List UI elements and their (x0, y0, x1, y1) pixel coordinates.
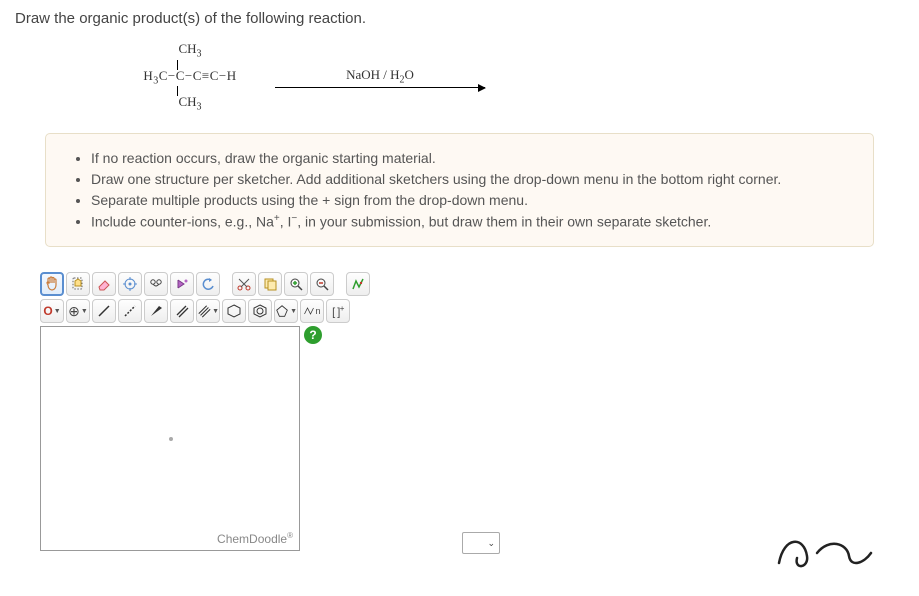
benzene-icon (252, 303, 268, 319)
reaction-arrow: NaOH / H2O (275, 67, 485, 89)
undo-tool[interactable] (196, 272, 220, 296)
cut-tool[interactable] (232, 272, 256, 296)
question-title: Draw the organic product(s) of the follo… (15, 10, 904, 27)
single-bond-tool[interactable] (92, 299, 116, 323)
charge-tool[interactable]: ⊕▼ (66, 299, 90, 323)
eraser-icon (96, 276, 112, 292)
instructions-box: If no reaction occurs, draw the organic … (45, 133, 874, 248)
drawing-canvas[interactable]: ChemDoodle® (40, 326, 300, 551)
instruction-item: If no reaction occurs, draw the organic … (91, 148, 853, 169)
bracket-tool[interactable]: [ ]+ (326, 299, 350, 323)
center-icon (122, 276, 138, 292)
pentagon-icon (275, 303, 289, 319)
recessed-bond-tool[interactable] (118, 299, 142, 323)
instruction-item: Draw one structure per sketcher. Add add… (91, 169, 853, 190)
plus-icon: ⊕ (68, 303, 80, 320)
help-button[interactable]: ? (304, 326, 322, 344)
canvas-origin-dot (169, 437, 173, 441)
scissors-icon (236, 276, 252, 292)
wedge-bond-tool[interactable] (144, 299, 168, 323)
zoom-out-tool[interactable] (310, 272, 334, 296)
reaction-scheme: CH3 H3C−C−C≡C−H CH3 NaOH / H2O (135, 42, 904, 113)
single-bond-icon (96, 303, 112, 319)
brand-label: ChemDoodle® (217, 531, 293, 546)
cyclohexane-tool[interactable] (222, 299, 246, 323)
instruction-item: Separate multiple products using the + s… (91, 190, 853, 211)
lasso-tool[interactable] (66, 272, 90, 296)
triple-bond-tool[interactable]: ▼ (196, 299, 220, 323)
zoom-in-icon (288, 276, 304, 292)
move-tool[interactable] (40, 272, 64, 296)
chain-tool[interactable]: n (300, 299, 324, 323)
atom-label: O (43, 304, 52, 318)
sketcher-widget: O▼ ⊕▼ ▼ ▼ n [ ]+ (40, 272, 500, 554)
chevron-down-icon: ⌄ (487, 538, 495, 549)
lasso-icon (70, 276, 86, 292)
double-bond-icon (174, 303, 190, 319)
benzene-tool[interactable] (248, 299, 272, 323)
template-tool[interactable] (346, 272, 370, 296)
template-icon (350, 276, 366, 292)
hand-icon (44, 276, 60, 292)
copy-tool[interactable] (258, 272, 282, 296)
toolbar-row-1 (40, 272, 500, 296)
toolbar-row-2: O▼ ⊕▼ ▼ ▼ n [ ]+ (40, 299, 500, 323)
add-sketcher-dropdown[interactable]: ⌄ (462, 532, 500, 554)
zoom-in-tool[interactable] (284, 272, 308, 296)
hexagon-icon (226, 303, 242, 319)
flip-tool[interactable] (170, 272, 194, 296)
bracket-label: [ ]+ (332, 304, 344, 319)
triple-bond-icon (197, 303, 211, 319)
atom-selector[interactable]: O▼ (40, 299, 64, 323)
dashed-bond-icon (122, 303, 138, 319)
instruction-item: Include counter-ions, e.g., Na+, I−, in … (91, 211, 853, 233)
zoom-out-icon (314, 276, 330, 292)
flip-icon (174, 276, 190, 292)
chain-icon (303, 303, 315, 319)
clean-icon (148, 276, 164, 292)
reactant-structure: CH3 H3C−C−C≡C−H CH3 (135, 42, 245, 113)
double-bond-tool[interactable] (170, 299, 194, 323)
handwritten-scribble (769, 528, 879, 576)
copy-icon (262, 276, 278, 292)
erase-tool[interactable] (92, 272, 116, 296)
wedge-icon (148, 303, 164, 319)
clean-tool[interactable] (144, 272, 168, 296)
center-tool[interactable] (118, 272, 142, 296)
undo-icon (200, 276, 216, 292)
ring-selector[interactable]: ▼ (274, 299, 298, 323)
